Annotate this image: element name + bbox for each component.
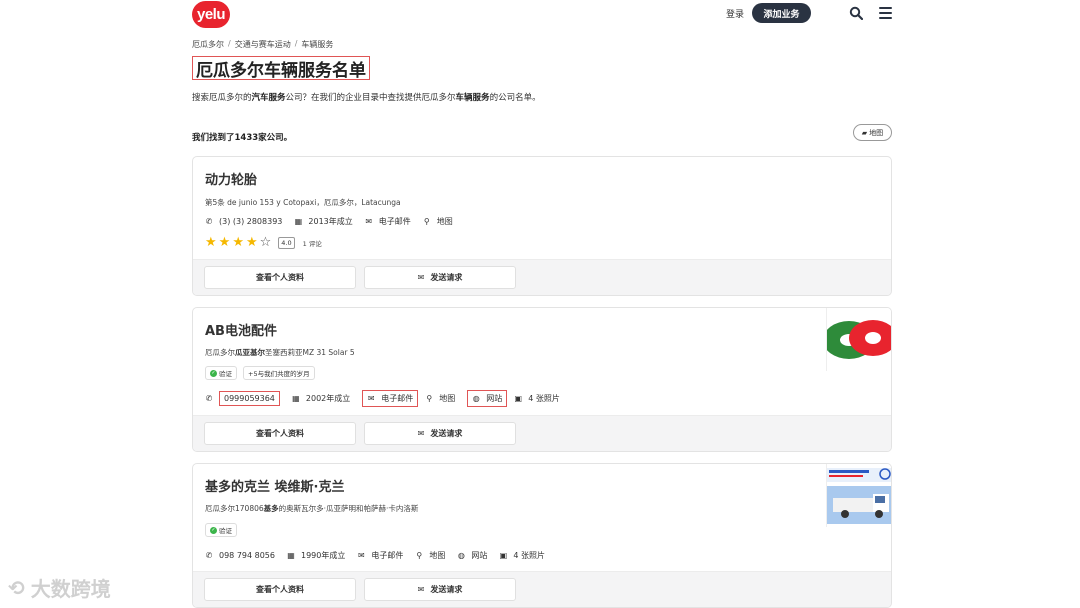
- listing-thumbnail[interactable]: [826, 464, 891, 527]
- listing-card: 基多的克兰 埃维斯·克兰 厄瓜多尔170806基多的奥斯瓦尔多·瓜亚萨明和帕萨赫…: [192, 463, 892, 608]
- result-count: 我们找到了1433家公司。: [192, 133, 293, 143]
- image-icon: ▣: [514, 393, 523, 403]
- verified-badge: ✓ 验证: [205, 523, 237, 537]
- phone-icon: ✆: [205, 216, 213, 226]
- email-item[interactable]: ✉ 电子邮件: [362, 390, 419, 407]
- website-item[interactable]: ◍ 网站: [467, 390, 508, 407]
- star-outline-icon: ☆: [259, 235, 272, 250]
- listing-card: 动力轮胎 第5条 de junio 153 y Cotopaxi，厄瓜多尔，La…: [192, 156, 892, 296]
- listing-address: 厄瓜多尔瓜亚基尔圣塞西莉亚MZ 31 Solar 5: [205, 348, 355, 357]
- send-request-button[interactable]: ✉ 发送请求: [364, 266, 516, 289]
- tire-photo: [827, 308, 891, 371]
- listing-meta: ✆ (3) (3) 2808393 ▦ 2013年成立 ✉ 电子邮件 ⚲ 地图: [205, 216, 465, 227]
- yelu-logo[interactable]: yelu: [192, 1, 230, 28]
- send-request-button[interactable]: ✉ 发送请求: [364, 422, 516, 445]
- envelope-icon: ✉: [367, 393, 375, 403]
- map-icon: ▰: [861, 128, 868, 137]
- email-item[interactable]: ✉ 电子邮件: [365, 216, 410, 227]
- map-item[interactable]: ⚲ 地图: [415, 550, 445, 561]
- check-icon: ✓: [210, 369, 217, 377]
- listing-name[interactable]: 动力轮胎: [205, 169, 257, 188]
- envelope-icon: ✉: [357, 550, 365, 560]
- map-marker-icon: ⚲: [416, 550, 423, 560]
- calendar-icon: ▦: [287, 550, 295, 560]
- verified-badge: ✓ 验证: [205, 366, 237, 380]
- phone-icon: ✆: [205, 393, 213, 403]
- envelope-icon: ✉: [365, 216, 373, 226]
- map-item[interactable]: ⚲ 地图: [425, 393, 455, 404]
- listing-meta: ✆ 098 794 8056 ▦ 1990年成立 ✉ 电子邮件 ⚲ 地图 ◍ 网站 ▣ 4 …: [205, 550, 557, 561]
- listing-name[interactable]: 基多的克兰 埃维斯·克兰: [205, 476, 344, 495]
- listing-name[interactable]: AB电池配件: [205, 320, 277, 339]
- calendar-icon: ▦: [294, 216, 303, 226]
- rating-value: 4.0: [278, 236, 295, 249]
- card-footer: 查看个人资料 ✉ 发送请求: [193, 571, 891, 607]
- review-count[interactable]: 1 评论: [303, 238, 322, 248]
- check-icon: ✓: [210, 526, 217, 534]
- search-icon[interactable]: [849, 6, 863, 20]
- phone-item[interactable]: ✆ 0999059364: [205, 391, 280, 406]
- view-profile-button[interactable]: 查看个人资料: [204, 266, 356, 289]
- breadcrumb-item[interactable]: 交通与赛车运动: [235, 39, 291, 50]
- photos-item[interactable]: ▣ 4 张照片: [514, 393, 559, 404]
- email-item[interactable]: ✉ 电子邮件: [357, 550, 403, 561]
- view-profile-button[interactable]: 查看个人资料: [204, 578, 356, 601]
- intro-text: 搜索厄瓜多尔的汽车服务公司？在我们的企业目录中查找提供厄瓜多尔车辆服务的公司名单…: [192, 93, 541, 103]
- phone-icon: ✆: [205, 550, 213, 560]
- globe-icon: ◍: [472, 393, 480, 403]
- watermark: ⟲ 大数跨境: [8, 575, 111, 602]
- star-icon: ★: [232, 235, 244, 250]
- founded-item: ▦ 2013年成立: [294, 216, 353, 226]
- star-icon: ★: [218, 235, 231, 250]
- envelope-outline-icon: ✉: [417, 273, 425, 282]
- breadcrumb-item[interactable]: 车辆服务: [301, 39, 333, 50]
- website-item[interactable]: ◍ 网站: [457, 550, 488, 561]
- globe-icon: ◍: [457, 550, 465, 560]
- send-request-button[interactable]: ✉ 发送请求: [364, 578, 516, 601]
- envelope-outline-icon: ✉: [417, 429, 425, 438]
- envelope-outline-icon: ✉: [417, 585, 425, 594]
- login-link[interactable]: 登录: [726, 7, 744, 20]
- add-business-button[interactable]: 添加业务: [752, 3, 811, 23]
- listing-address: 厄瓜多尔170806基多的奥斯瓦尔多·瓜亚萨明和帕萨赫·卡内洛斯: [205, 504, 419, 513]
- listing-meta: ✆ 0999059364 ▦ 2002年成立 ✉ 电子邮件 ⚲ 地图 ◍ 网站 ▣ 4 张照…: [205, 390, 572, 407]
- tow-truck-photo: [827, 464, 891, 527]
- photos-item[interactable]: ▣ 4 张照片: [499, 550, 545, 561]
- star-icon: ★: [245, 235, 258, 250]
- founded-item: ▦ 2002年成立: [292, 393, 351, 403]
- breadcrumb: 厄瓜多尔 / 交通与赛车运动 / 车辆服务: [192, 39, 334, 50]
- card-footer: 查看个人资料 ✉ 发送请求: [193, 259, 891, 295]
- view-profile-button[interactable]: 查看个人资料: [204, 422, 356, 445]
- years-badge: +5与我们共度的岁月: [243, 366, 315, 380]
- listing-address: 第5条 de junio 153 y Cotopaxi，厄瓜多尔，Latacun…: [205, 198, 401, 207]
- breadcrumb-item[interactable]: 厄瓜多尔: [192, 39, 224, 50]
- phone-item[interactable]: ✆ (3) (3) 2808393: [205, 216, 283, 226]
- page-title: 厄瓜多尔车辆服务名单: [192, 56, 370, 81]
- listing-card: AB电池配件 厄瓜多尔瓜亚基尔圣塞西莉亚MZ 31 Solar 5 ✓ 验证 +5…: [192, 307, 892, 452]
- phone-item[interactable]: ✆ 098 794 8056: [205, 551, 275, 560]
- map-button[interactable]: ▰ 地图: [853, 124, 892, 141]
- star-icon: ★: [205, 235, 217, 250]
- card-footer: 查看个人资料 ✉ 发送请求: [193, 415, 891, 451]
- map-marker-icon: ⚲: [423, 216, 430, 226]
- calendar-icon: ▦: [292, 393, 300, 403]
- rating-stars: ★ ★ ★ ★ ☆ 4.0 1 评论: [205, 236, 322, 249]
- listing-thumbnail[interactable]: [826, 308, 891, 371]
- image-icon: ▣: [499, 550, 508, 560]
- map-item[interactable]: ⚲ 地图: [423, 216, 453, 227]
- top-header: yelu 登录 添加业务: [192, 0, 892, 28]
- founded-item: ▦ 1990年成立: [287, 550, 346, 560]
- watermark-logo-icon: ⟲: [8, 575, 25, 600]
- menu-icon[interactable]: [879, 7, 892, 19]
- map-marker-icon: ⚲: [426, 393, 433, 403]
